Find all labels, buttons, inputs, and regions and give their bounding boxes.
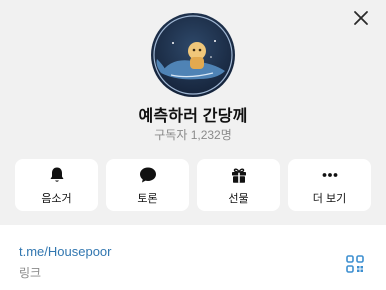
gift-icon xyxy=(231,167,246,183)
bell-icon xyxy=(50,167,63,182)
close-icon[interactable] xyxy=(352,9,370,27)
avatar-illustration xyxy=(151,13,235,97)
gift-button[interactable]: 선물 xyxy=(197,159,280,211)
more-label: 더 보기 xyxy=(312,192,347,205)
more-button[interactable]: 더 보기 xyxy=(288,159,371,211)
gift-label: 선물 xyxy=(228,192,249,205)
channel-link[interactable]: t.me/Housepoor xyxy=(19,244,112,259)
channel-name: 예측하러 간당께 xyxy=(138,108,248,125)
discussion-button[interactable]: 토론 xyxy=(106,159,189,211)
profile-header: 예측하러 간당께 구독자 1,232명 음소거 토론 선물 더 보기 xyxy=(0,0,386,225)
subscriber-count: 구독자 1,232명 xyxy=(154,128,232,142)
chat-bubble-icon xyxy=(139,167,156,182)
channel-avatar[interactable] xyxy=(151,13,235,97)
qr-code-icon[interactable] xyxy=(346,255,364,273)
link-caption: 링크 xyxy=(19,266,42,280)
action-buttons: 음소거 토론 선물 더 보기 xyxy=(15,159,371,211)
discussion-label: 토론 xyxy=(137,192,158,205)
channel-info-panel: 예측하러 간당께 구독자 1,232명 음소거 토론 선물 더 보기 t.me/… xyxy=(0,0,386,290)
more-dots-icon xyxy=(322,172,337,177)
channel-details: t.me/Housepoor 링크 xyxy=(0,225,386,290)
mute-label: 음소거 xyxy=(41,192,72,205)
mute-button[interactable]: 음소거 xyxy=(15,159,98,211)
